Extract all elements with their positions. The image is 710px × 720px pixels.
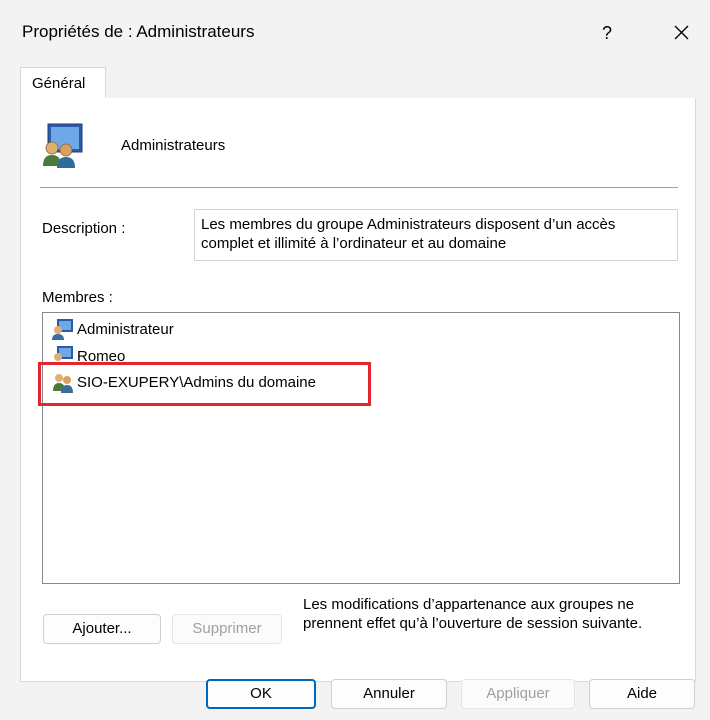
group-name: Administrateurs: [121, 137, 226, 154]
cancel-button[interactable]: Annuler: [331, 679, 447, 709]
domain-group-icon: [51, 371, 75, 393]
members-list[interactable]: Administrateur Romeo SIO-EXUPERY\Admins …: [42, 312, 680, 584]
header-separator: [40, 187, 678, 188]
help-button[interactable]: ?: [592, 18, 622, 48]
list-item[interactable]: Administrateur: [51, 318, 174, 340]
help-dialog-button[interactable]: Aide: [589, 679, 695, 709]
membership-note: Les modifications d’appartenance aux gro…: [303, 596, 643, 632]
members-label: Membres :: [42, 289, 113, 306]
window-title: Propriétés de : Administrateurs: [22, 22, 255, 41]
add-button[interactable]: Ajouter...: [43, 614, 161, 644]
member-name: Administrateur: [77, 320, 174, 338]
group-users-icon: [40, 122, 86, 168]
description-field[interactable]: Les membres du groupe Administrateurs di…: [194, 209, 678, 261]
title-bar: Propriétés de : Administrateurs ?: [0, 0, 710, 62]
user-icon: [51, 318, 75, 340]
remove-button[interactable]: Supprimer: [172, 614, 282, 644]
user-icon: [51, 345, 75, 361]
list-item[interactable]: SIO-EXUPERY\Admins du domaine: [51, 371, 316, 393]
close-button[interactable]: [664, 16, 698, 50]
apply-button[interactable]: Appliquer: [461, 679, 575, 709]
member-name: Romeo: [77, 348, 126, 361]
ok-button[interactable]: OK: [206, 679, 316, 709]
member-name: SIO-EXUPERY\Admins du domaine: [77, 373, 316, 391]
description-label: Description :: [42, 220, 126, 237]
close-icon: [674, 25, 689, 40]
tab-general[interactable]: Général: [20, 67, 106, 99]
list-item[interactable]: Romeo: [51, 345, 125, 361]
